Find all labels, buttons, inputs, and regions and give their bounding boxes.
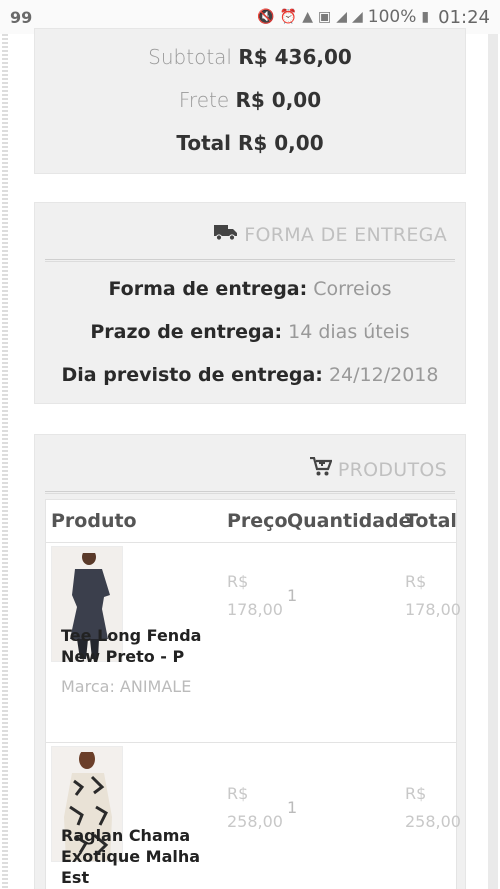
product-price: R$ 178,00 bbox=[227, 568, 287, 624]
column-header-price: Preço bbox=[227, 510, 288, 532]
price-currency: R$ bbox=[227, 572, 249, 591]
signal-2-icon: ◢ bbox=[352, 9, 363, 25]
total-currency: R$ bbox=[405, 572, 427, 591]
delivery-method-value: Correios bbox=[313, 278, 392, 300]
delivery-heading-text: FORMA DE ENTREGA bbox=[244, 223, 447, 246]
frete-line: Frete R$ 0,00 bbox=[35, 88, 465, 112]
subtotal-value: R$ 436,00 bbox=[238, 45, 352, 69]
subtotal-label: Subtotal bbox=[148, 45, 232, 69]
column-header-product: Produto bbox=[51, 510, 137, 532]
price-amount: 178,00 bbox=[227, 600, 283, 619]
column-header-quantity: Quantidade bbox=[287, 510, 412, 532]
product-quantity: 1 bbox=[287, 586, 298, 605]
product-name[interactable]: Raglan Chama Exotique Malha Est bbox=[61, 825, 231, 888]
price-currency: R$ bbox=[227, 784, 249, 803]
signal-icon: ◢ bbox=[336, 9, 348, 25]
delivery-deadline: Prazo de entrega: 14 dias úteis bbox=[35, 321, 465, 343]
page-edge-left bbox=[2, 34, 8, 889]
delivery-panel: FORMA DE ENTREGA Forma de entrega: Corre… bbox=[34, 202, 466, 404]
delivery-expected-date: Dia previsto de entrega: 24/12/2018 bbox=[35, 364, 465, 386]
notification-count: 99 bbox=[10, 7, 33, 27]
product-brand: Marca: ANIMALE bbox=[61, 677, 192, 696]
mute-icon: 🔇 bbox=[257, 9, 275, 25]
total-line: Total R$ 0,00 bbox=[35, 131, 465, 155]
cart-icon bbox=[309, 456, 333, 482]
delivery-heading: FORMA DE ENTREGA bbox=[214, 223, 447, 246]
clock: 01:24 bbox=[438, 6, 490, 28]
wifi-icon: ▲ bbox=[302, 9, 313, 25]
total-amount: 178,00 bbox=[405, 600, 461, 619]
row-divider bbox=[46, 742, 456, 743]
sim-icon: ▣ bbox=[318, 9, 332, 25]
total-label: Total bbox=[176, 131, 232, 155]
products-panel: PRODUTOS Produto Preço Quantidade Total … bbox=[34, 434, 466, 889]
products-heading: PRODUTOS bbox=[309, 456, 447, 482]
product-total: R$ 178,00 bbox=[405, 568, 465, 624]
product-price: R$ 258,00 bbox=[227, 780, 287, 836]
delivery-method: Forma de entrega: Correios bbox=[35, 278, 465, 300]
total-value: R$ 0,00 bbox=[237, 131, 324, 155]
delivery-method-label: Forma de entrega: bbox=[108, 278, 308, 300]
product-name[interactable]: Tee Long Fenda New Preto - P bbox=[61, 625, 231, 667]
truck-icon bbox=[214, 223, 238, 246]
total-currency: R$ bbox=[405, 784, 427, 803]
price-amount: 258,00 bbox=[227, 812, 283, 831]
delivery-deadline-label: Prazo de entrega: bbox=[90, 321, 283, 343]
battery-icon: ▮ bbox=[421, 9, 430, 25]
alarm-icon: ⏰ bbox=[279, 9, 298, 25]
product-quantity: 1 bbox=[287, 798, 298, 817]
subtotal-line: Subtotal R$ 436,00 bbox=[35, 45, 465, 69]
header-divider bbox=[46, 542, 456, 543]
total-amount: 258,00 bbox=[405, 812, 461, 831]
delivery-deadline-value: 14 dias úteis bbox=[288, 321, 410, 343]
delivery-expected-label: Dia previsto de entrega: bbox=[61, 364, 323, 386]
scrollbar[interactable] bbox=[488, 34, 498, 889]
products-divider bbox=[45, 491, 455, 494]
frete-label: Frete bbox=[178, 88, 230, 112]
frete-value: R$ 0,00 bbox=[235, 88, 322, 112]
delivery-expected-value: 24/12/2018 bbox=[328, 364, 439, 386]
product-total: R$ 258,00 bbox=[405, 780, 465, 836]
delivery-divider bbox=[45, 259, 455, 262]
status-indicators: 🔇 ⏰ ▲ ▣ ◢ ◢ 100% ▮ 01:24 bbox=[257, 7, 490, 28]
products-heading-text: PRODUTOS bbox=[337, 458, 447, 481]
order-totals-panel: Subtotal R$ 436,00 Frete R$ 0,00 Total R… bbox=[34, 28, 466, 174]
battery-level: 100% bbox=[367, 7, 417, 27]
column-header-total: Total bbox=[405, 510, 457, 532]
products-table: Produto Preço Quantidade Total Tee Long … bbox=[45, 499, 461, 889]
